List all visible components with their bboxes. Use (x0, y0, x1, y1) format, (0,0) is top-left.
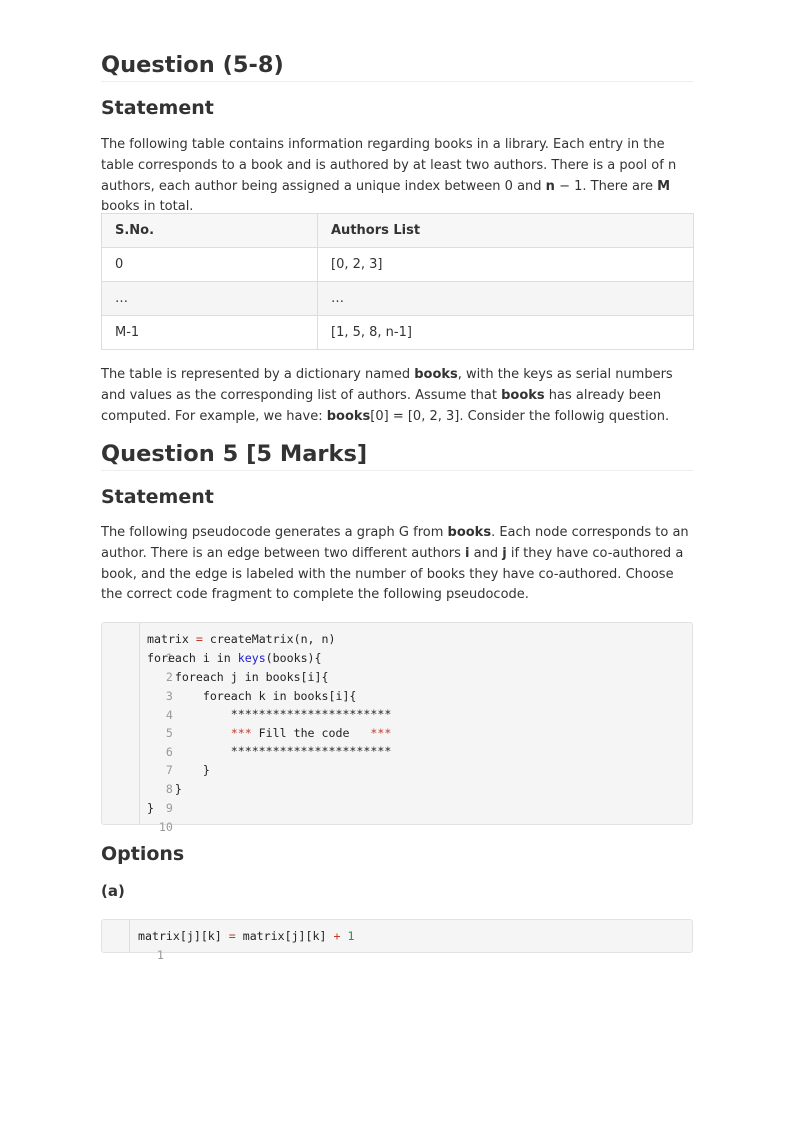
table-row: 0 [0, 2, 3] (101, 247, 694, 282)
code-line: 7 *********************** (102, 742, 391, 777)
option-a-code-block[interactable]: 1 matrix[j][k] = matrix[j][k] + 1 (101, 919, 693, 962)
table-cell: … (317, 281, 694, 316)
question-title: Question 5 [5 Marks] (101, 441, 693, 471)
code-line: 8 } (102, 761, 210, 796)
options-heading: Options (101, 843, 185, 865)
column-header-sno: S.No. (101, 213, 318, 248)
table-header-row: S.No. Authors List (101, 213, 694, 248)
code-line: 1 matrix[j][k] = matrix[j][k] + 1 (102, 927, 354, 962)
statement-heading: Statement (101, 97, 214, 119)
table-cell: [0, 2, 3] (317, 247, 694, 282)
question-group-title: Question (5-8) (101, 52, 693, 82)
pseudocode-block: 1 matrix = createMatrix(n, n) 2 foreach … (101, 622, 693, 834)
table-cell: 0 (101, 247, 318, 282)
code-line: 5 *********************** (102, 705, 391, 740)
code-line: 3 foreach j in books[i]{ (102, 668, 329, 703)
code-line: 2 foreach i in keys(books){ (102, 649, 322, 684)
intro-paragraph: The following table contains information… (101, 137, 677, 215)
code-line: 6 *** Fill the code *** (102, 724, 391, 759)
table-cell: [1, 5, 8, n-1] (317, 315, 694, 350)
table-description-paragraph: The table is represented by a dictionary… (101, 367, 673, 424)
code-line: 9 } (102, 780, 182, 815)
table-cell: … (101, 281, 318, 316)
question-paragraph: The following pseudocode generates a gra… (101, 525, 689, 603)
books-table: S.No. Authors List 0 [0, 2, 3] … … M-1 [… (101, 213, 694, 350)
column-header-authors: Authors List (317, 213, 694, 248)
table-cell: M-1 (101, 315, 318, 350)
line-number: 1 (156, 948, 164, 962)
option-a-label: (a) (101, 882, 125, 900)
table-row: … … (101, 281, 694, 316)
table-row: M-1 [1, 5, 8, n-1] (101, 315, 694, 350)
statement-heading: Statement (101, 486, 214, 508)
code-line: 10 } (102, 799, 173, 834)
line-number: 10 (158, 820, 173, 834)
code-line: 4 foreach k in books[i]{ (102, 687, 357, 722)
code-line: 1 matrix = createMatrix(n, n) (102, 630, 335, 665)
